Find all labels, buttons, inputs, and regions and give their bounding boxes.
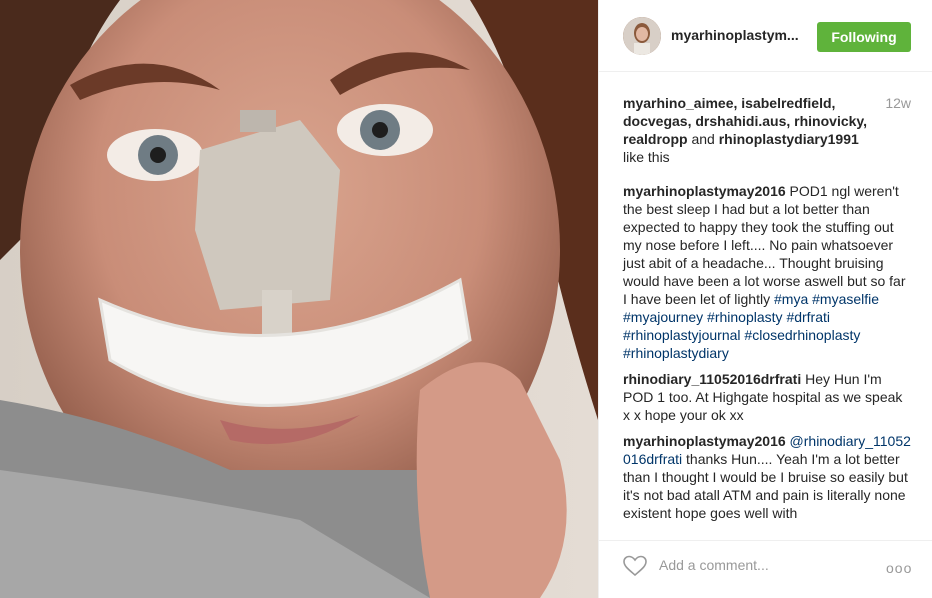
post-photo[interactable]: [0, 0, 598, 598]
comment-bar: Add a comment... ooo: [599, 540, 932, 598]
heart-outline-icon[interactable]: [623, 555, 647, 577]
comment: myarhinoplastymay2016 @rhinodiary_110520…: [623, 432, 911, 522]
caption-username[interactable]: myarhinoplastymay2016: [623, 183, 786, 199]
hashtag[interactable]: #rhinoplastydiary: [623, 345, 729, 361]
avatar[interactable]: [623, 17, 661, 55]
post-header: myarhinoplastym... Following: [599, 0, 932, 72]
comments-list: myarhino_aimee, isabelredfield, docvegas…: [623, 94, 911, 522]
likes-tail: like this: [623, 149, 670, 165]
instagram-post: myarhinoplastym... Following myarhino_ai…: [0, 0, 932, 598]
avatar-image: [623, 17, 661, 55]
likers-and: and: [691, 131, 715, 147]
likers-list[interactable]: myarhino_aimee, isabelredfield, docvegas…: [623, 94, 873, 148]
selfie-image: [0, 0, 598, 598]
hashtag[interactable]: #myajourney: [623, 309, 703, 325]
following-button[interactable]: Following: [817, 22, 911, 52]
likes-summary: myarhino_aimee, isabelredfield, docvegas…: [623, 94, 911, 166]
post-sidebar: myarhinoplastym... Following myarhino_ai…: [598, 0, 932, 598]
post-age[interactable]: 12w: [885, 94, 911, 112]
caption-text: POD1 ngl weren't the best sleep I had bu…: [623, 183, 906, 307]
comment-username[interactable]: rhinodiary_11052016drfrati: [623, 371, 801, 387]
hashtag[interactable]: #closedrhinoplasty: [744, 327, 860, 343]
caption: myarhinoplastymay2016 POD1 ngl weren't t…: [623, 182, 911, 362]
add-comment-input[interactable]: Add a comment...: [659, 557, 769, 573]
post-author-username[interactable]: myarhinoplastym...: [671, 27, 799, 43]
hashtag[interactable]: #mya: [774, 291, 808, 307]
more-options-button[interactable]: ooo: [886, 560, 912, 576]
comment: rhinodiary_11052016drfrati Hey Hun I'm P…: [623, 370, 911, 424]
likers-last[interactable]: rhinoplastydiary1991: [719, 131, 859, 147]
hashtag[interactable]: #myaselfie: [812, 291, 879, 307]
hashtag[interactable]: #drfrati: [786, 309, 830, 325]
comment-username[interactable]: myarhinoplastymay2016: [623, 433, 786, 449]
hashtag[interactable]: #rhinoplasty: [707, 309, 783, 325]
hashtag[interactable]: #rhinoplastyjournal: [623, 327, 741, 343]
